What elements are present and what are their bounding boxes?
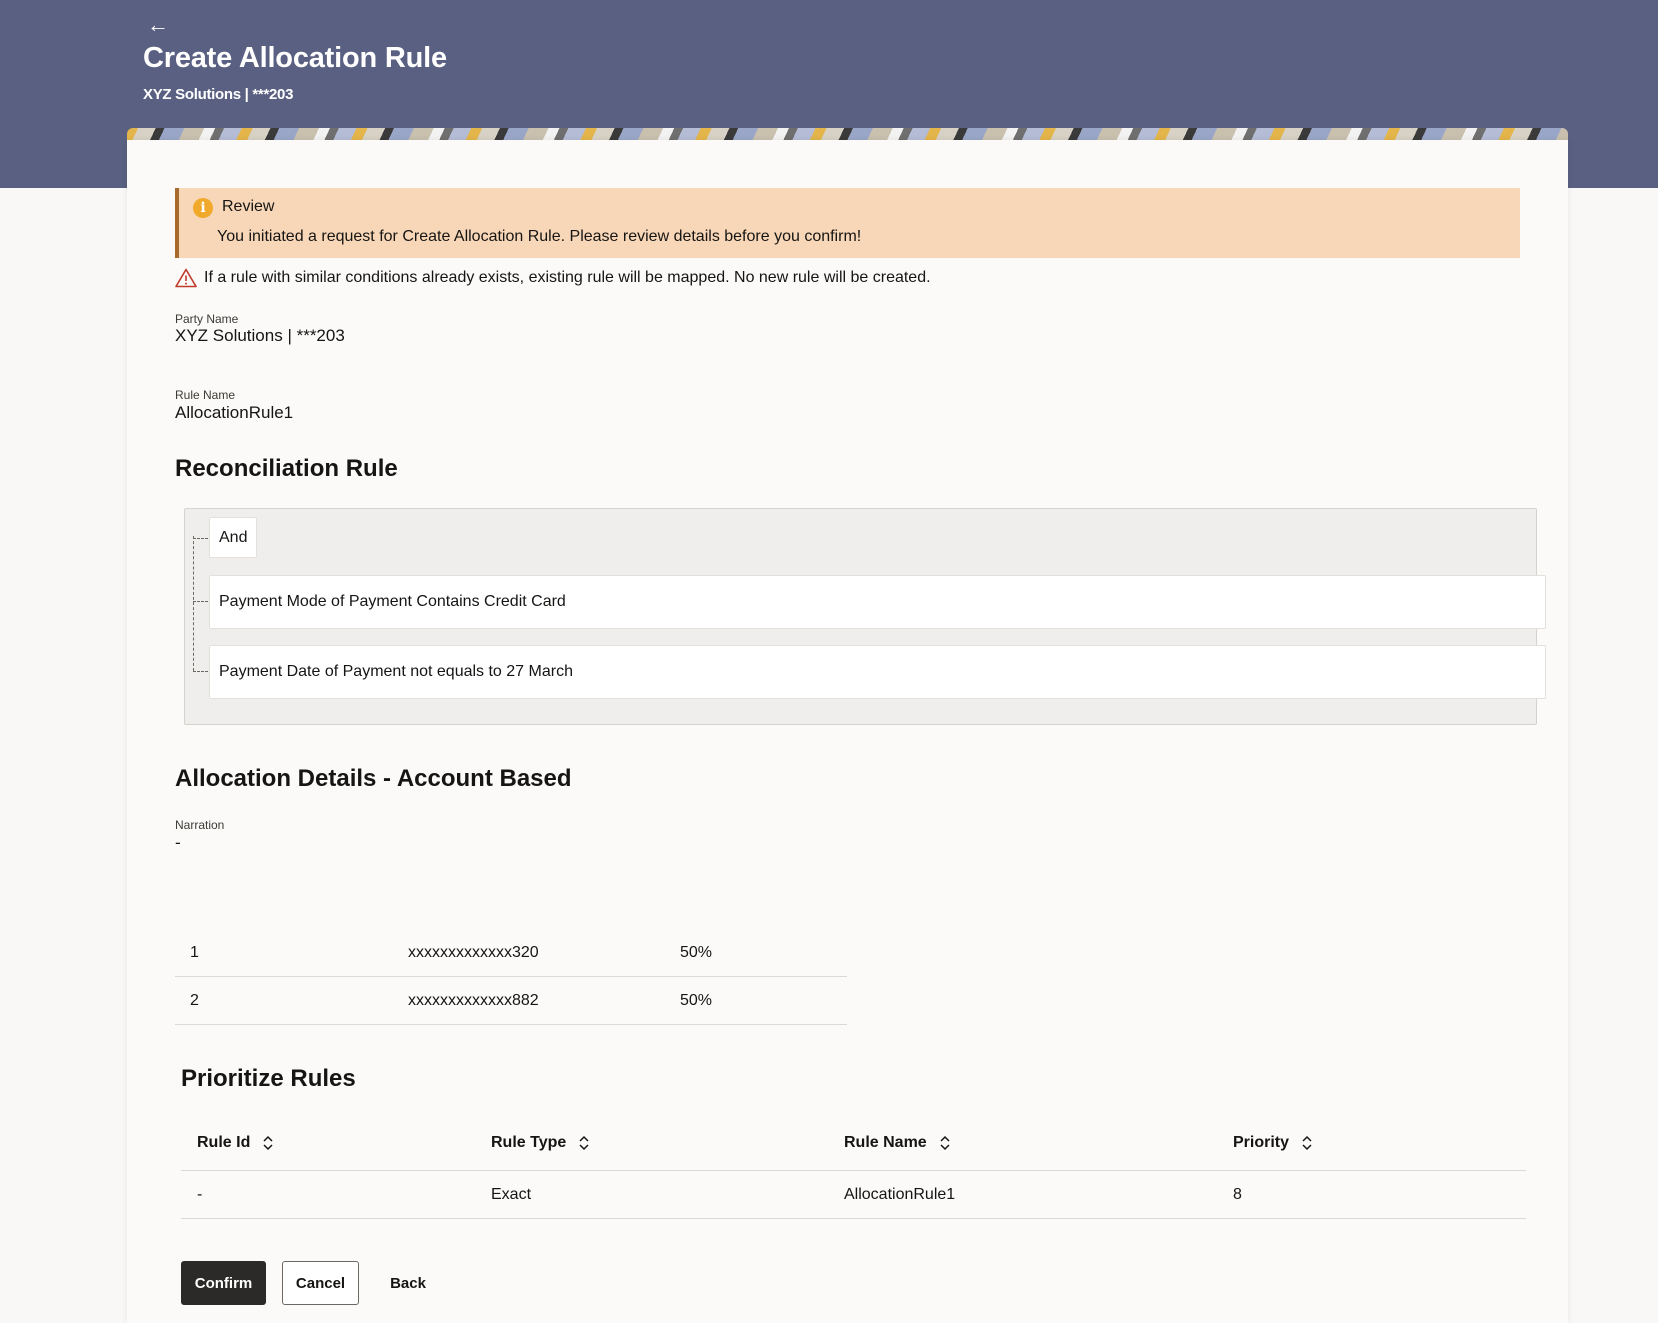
- column-header-label: Rule Id: [197, 1134, 251, 1151]
- column-header-label: Rule Type: [491, 1134, 567, 1151]
- sort-icon[interactable]: [939, 1135, 951, 1151]
- allocation-percent: 50%: [680, 944, 713, 961]
- allocation-index: 1: [190, 944, 199, 961]
- review-title: Review: [222, 198, 275, 215]
- allocation-account: xxxxxxxxxxxxx882: [408, 992, 539, 1009]
- reconciliation-rule-title: Reconciliation Rule: [175, 455, 398, 482]
- table-row: - Exact AllocationRule1 8: [181, 1171, 1526, 1219]
- warning-text: If a rule with similar conditions alread…: [204, 269, 931, 286]
- rule-condition: Payment Mode of Payment Contains Credit …: [209, 575, 1546, 629]
- rule-name-label: Rule Name: [175, 388, 236, 402]
- allocation-row: 1 xxxxxxxxxxxxx320 50%: [175, 929, 847, 977]
- cell-rule-type: Exact: [491, 1186, 532, 1203]
- allocation-account: xxxxxxxxxxxxx320: [408, 944, 539, 961]
- rule-name-value: AllocationRule1: [175, 403, 294, 422]
- column-header-label: Rule Name: [844, 1134, 927, 1151]
- party-name-label: Party Name: [175, 312, 239, 326]
- cancel-button[interactable]: Cancel: [282, 1261, 359, 1305]
- allocation-percent: 50%: [680, 992, 713, 1009]
- sort-icon[interactable]: [262, 1135, 274, 1151]
- tree-connector-tick: [193, 671, 208, 672]
- confirm-button[interactable]: Confirm: [181, 1261, 266, 1305]
- cell-priority: 8: [1233, 1186, 1242, 1203]
- column-header-priority[interactable]: Priority: [1233, 1134, 1313, 1152]
- review-banner: i Review You initiated a request for Cre…: [175, 188, 1520, 258]
- party-name-value: XYZ Solutions | ***203: [175, 326, 345, 345]
- allocation-index: 2: [190, 992, 199, 1009]
- narration-value: -: [175, 833, 181, 852]
- cell-rule-id: -: [197, 1186, 203, 1203]
- rule-condition: Payment Date of Payment not equals to 27…: [209, 645, 1546, 699]
- page-subtitle: XYZ Solutions | ***203: [143, 86, 294, 103]
- rule-operator: And: [209, 517, 258, 558]
- column-header-rule-name[interactable]: Rule Name: [844, 1134, 951, 1152]
- allocation-details-title: Allocation Details - Account Based: [175, 765, 572, 792]
- warning-triangle-icon: [175, 268, 197, 288]
- page-title: Create Allocation Rule: [143, 42, 447, 74]
- back-button[interactable]: Back: [378, 1261, 438, 1305]
- warning-message: If a rule with similar conditions alread…: [175, 267, 931, 289]
- sort-icon[interactable]: [578, 1135, 590, 1151]
- column-header-rule-type[interactable]: Rule Type: [491, 1134, 590, 1152]
- tree-connector: [193, 536, 194, 671]
- tree-connector-tick: [193, 601, 208, 602]
- prioritize-table-header: Rule Id Rule Type Rule Name Priority: [181, 1120, 1526, 1171]
- sort-icon[interactable]: [1301, 1135, 1313, 1151]
- tree-connector-tick: [193, 538, 208, 539]
- prioritize-rules-title: Prioritize Rules: [181, 1065, 356, 1092]
- cell-rule-name: AllocationRule1: [844, 1186, 956, 1203]
- allocation-row: 2 xxxxxxxxxxxxx882 50%: [175, 977, 847, 1025]
- back-arrow-icon[interactable]: ←: [147, 12, 173, 38]
- column-header-label: Priority: [1233, 1134, 1290, 1151]
- decorative-strip: [127, 128, 1568, 140]
- info-icon: i: [193, 198, 213, 218]
- review-message: You initiated a request for Create Alloc…: [217, 228, 862, 245]
- column-header-rule-id[interactable]: Rule Id: [197, 1134, 274, 1152]
- narration-label: Narration: [175, 818, 225, 832]
